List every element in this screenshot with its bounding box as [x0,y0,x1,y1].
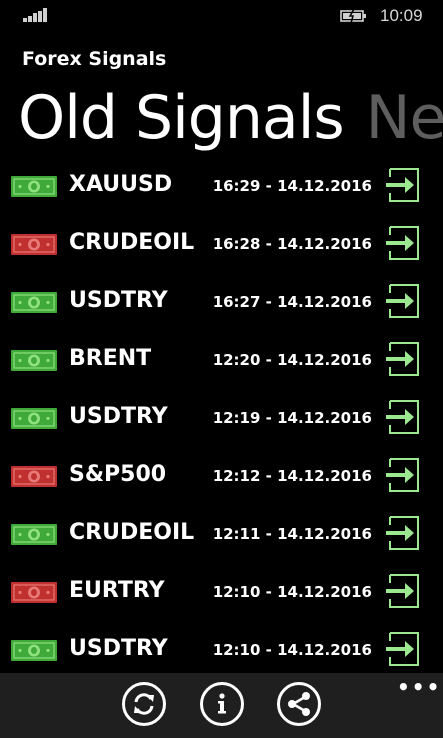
buy-money-icon [11,176,57,197]
open-signal-icon[interactable] [384,283,420,319]
open-signal-icon[interactable] [384,225,420,261]
buy-money-icon [11,408,57,429]
more-options-button[interactable]: ••• [397,675,441,699]
buy-money-icon [11,292,57,313]
list-item[interactable]: USDTRY 12:10 - 14.12.2016 [0,621,443,670]
signal-symbol: EURTRY [69,578,165,603]
battery-charging-icon [340,9,366,23]
signal-symbol: CRUDEOIL [69,230,195,255]
signal-time: 16:27 - 14.12.2016 [212,293,372,311]
signal-symbol: S&P500 [69,462,167,487]
app-title: Forex Signals [22,48,167,70]
status-time: 10:09 [380,6,423,25]
sell-money-icon [11,234,57,255]
signal-symbol: USDTRY [69,288,168,313]
pivot-header: Old Signals Ne [18,78,443,158]
open-signal-icon[interactable] [384,399,420,435]
info-button[interactable] [200,682,244,726]
signal-time: 12:12 - 14.12.2016 [212,467,372,485]
signal-time: 12:11 - 14.12.2016 [212,525,372,543]
share-icon [288,692,310,716]
sell-money-icon [11,582,57,603]
signal-time: 12:20 - 14.12.2016 [212,351,372,369]
list-item[interactable]: S&P500 12:12 - 14.12.2016 [0,447,443,505]
buy-money-icon [11,640,57,661]
list-item[interactable]: EURTRY 12:10 - 14.12.2016 [0,563,443,621]
signal-strength-icon [23,8,49,22]
signal-symbol: CRUDEOIL [69,520,195,545]
open-signal-icon[interactable] [384,631,420,667]
signal-symbol: BRENT [69,346,152,371]
refresh-button[interactable] [122,682,166,726]
list-item[interactable]: USDTRY 16:27 - 14.12.2016 [0,273,443,331]
open-signal-icon[interactable] [384,573,420,609]
sell-money-icon [11,466,57,487]
pivot-item-old-signals[interactable]: Old Signals [18,83,345,153]
buy-money-icon [11,524,57,545]
list-item[interactable]: USDTRY 12:19 - 14.12.2016 [0,389,443,447]
buy-money-icon [11,350,57,371]
status-bar: 10:09 [0,0,443,32]
signal-time: 12:10 - 14.12.2016 [212,641,372,659]
list-item[interactable]: CRUDEOIL 16:28 - 14.12.2016 [0,215,443,273]
signal-list[interactable]: XAUUSD 16:29 - 14.12.2016 CRUDEOIL 16:28 - … [0,157,443,670]
signal-time: 16:29 - 14.12.2016 [212,177,372,195]
info-icon [218,693,226,714]
open-signal-icon[interactable] [384,457,420,493]
signal-time: 12:10 - 14.12.2016 [212,583,372,601]
refresh-icon [134,693,154,715]
signal-time: 16:28 - 14.12.2016 [212,235,372,253]
open-signal-icon[interactable] [384,167,420,203]
list-item[interactable]: XAUUSD 16:29 - 14.12.2016 [0,157,443,215]
list-item[interactable]: CRUDEOIL 12:11 - 14.12.2016 [0,505,443,563]
share-button[interactable] [277,682,321,726]
list-item[interactable]: BRENT 12:20 - 14.12.2016 [0,331,443,389]
signal-symbol: XAUUSD [69,172,173,197]
phone-screen: 10:09 Forex Signals Old Signals Ne XAUUSD… [0,0,443,738]
pivot-item-new-signals[interactable]: Ne [366,83,443,153]
open-signal-icon[interactable] [384,515,420,551]
app-bar: ••• [0,673,443,738]
signal-symbol: USDTRY [69,636,168,661]
open-signal-icon[interactable] [384,341,420,377]
signal-time: 12:19 - 14.12.2016 [212,409,372,427]
signal-symbol: USDTRY [69,404,168,429]
